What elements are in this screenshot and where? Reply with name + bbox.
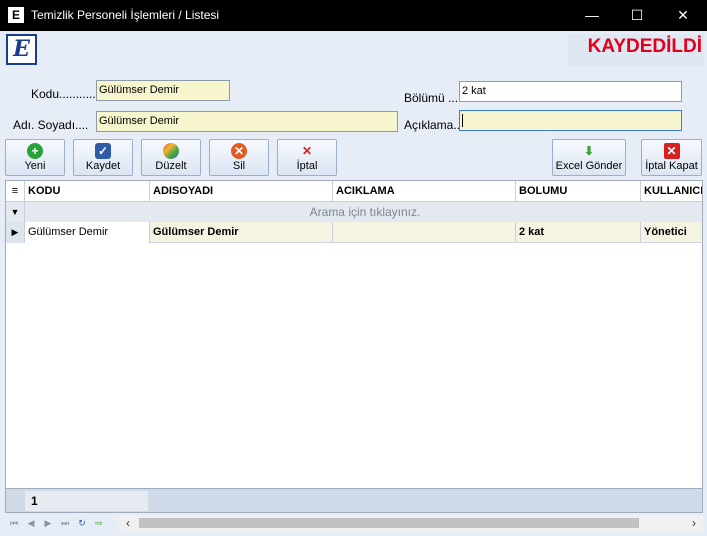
cell-adisoyadi[interactable]: Gülümser Demir [150,222,333,243]
row-arrow-icon: ▶ [6,222,25,243]
export-icon[interactable]: ⇨ [91,515,107,531]
prev-record-icon[interactable]: ◀ [23,515,39,531]
plus-circle-icon: + [27,143,43,159]
delete-circle-icon: ✕ [231,143,247,159]
cell-bolumu[interactable]: 2 kat [516,222,641,243]
delete-button[interactable]: ✕ Sil [209,139,269,176]
data-grid: ≡ KODU ADISOYADI ACIKLAMA BOLUMU KULLANI… [5,180,703,489]
close-window-button[interactable]: ✕ [660,0,706,31]
logo-e-icon: E [6,34,37,65]
minimize-button[interactable]: — [569,0,615,31]
window-title: Temizlik Personeli İşlemleri / Listesi [31,8,220,22]
close-red-icon: ✕ [663,143,680,159]
cancel-button-label: İptal [296,160,318,172]
aciklama-label: Açıklama.. [404,118,461,132]
red-x-icon: ✕ [301,144,313,158]
column-header-kullanici[interactable]: KULLANICI [641,181,702,202]
grid-filter-row[interactable]: ▼ Arama için tıklayınız. [6,202,702,223]
save-button[interactable]: ✓ Kaydet [73,139,133,176]
bolumu-field[interactable]: 2 kat [459,81,682,102]
grid-header: ≡ KODU ADISOYADI ACIKLAMA BOLUMU KULLANI… [6,181,702,202]
checkbox-icon: ✓ [95,143,111,159]
bolumu-label: Bölümü ... [404,91,459,105]
new-button-label: Yeni [24,160,46,172]
scrollbar-thumb[interactable] [139,518,639,528]
horizontal-scrollbar[interactable]: ‹ › [119,515,703,531]
last-record-icon[interactable]: ⏭ [57,515,73,531]
excel-export-label: Excel Gönder [555,160,623,172]
beach-ball-icon [163,143,179,159]
column-header-kodu[interactable]: KODU [25,181,150,202]
excel-export-icon: ⬇ [583,144,595,158]
column-header-aciklama[interactable]: ACIKLAMA [333,181,516,202]
app-e-icon[interactable]: E [8,7,24,23]
kodu-field[interactable]: Gülümser Demir [96,80,230,101]
aciklama-field[interactable] [459,110,682,131]
scroll-right-icon[interactable]: › [685,515,703,531]
delete-button-label: Sil [232,160,246,172]
grid-navigator: ⏮ ◀ ▶ ⏭ ↻ ⇨ ‹ › [5,514,703,532]
maximize-button[interactable]: ☐ [614,0,660,31]
cell-kodu[interactable]: Gülümser Demir [25,222,150,243]
title-bar: E Temizlik Personeli İşlemleri / Listesi… [0,0,707,31]
filter-icon: ▼ [6,202,25,223]
cancel-close-label: İptal Kapat [645,160,698,172]
save-button-label: Kaydet [85,160,121,172]
first-record-icon[interactable]: ⏮ [6,515,22,531]
cell-kullanici[interactable]: Yönetici [641,222,702,243]
column-header-adisoyadi[interactable]: ADISOYADI [150,181,333,202]
filter-hint-text: Arama için tıklayınız. [309,205,421,219]
saved-status-text: KAYDEDİLDİ [568,34,704,66]
next-record-icon[interactable]: ▶ [40,515,56,531]
kodu-label: Kodu........... [31,87,96,101]
edit-button[interactable]: Düzelt [141,139,201,176]
cell-aciklama[interactable] [333,222,516,243]
table-row[interactable]: ▶ Gülümser Demir Gülümser Demir 2 kat Yö… [6,222,702,243]
scroll-left-icon[interactable]: ‹ [119,515,137,531]
cancel-button[interactable]: ✕ İptal [277,139,337,176]
refresh-icon[interactable]: ↻ [74,515,90,531]
grid-menu-icon[interactable]: ≡ [6,181,25,202]
adsoyad-field[interactable]: Gülümser Demir [96,111,398,132]
excel-export-button[interactable]: ⬇ Excel Gönder [552,139,626,176]
cancel-close-button[interactable]: ✕ İptal Kapat [641,139,702,176]
grid-footer: 1 [5,489,703,513]
column-header-bolumu[interactable]: BOLUMU [516,181,641,202]
footer-count: 1 [25,491,148,511]
edit-button-label: Düzelt [155,160,187,172]
new-button[interactable]: + Yeni [5,139,65,176]
adsoyad-label: Adı. Soyadı.... [13,118,89,132]
